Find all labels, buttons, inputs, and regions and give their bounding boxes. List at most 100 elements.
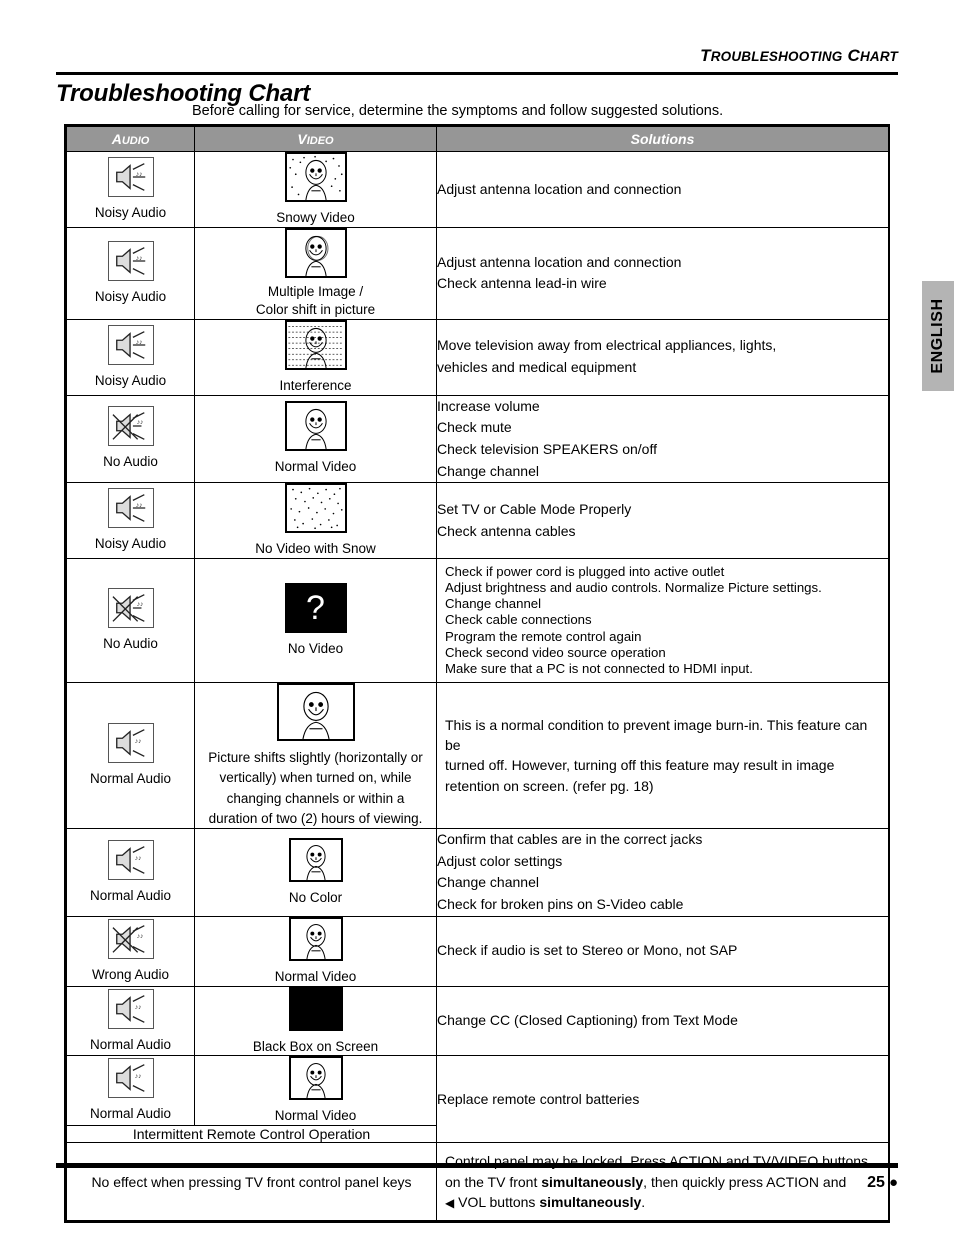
solution-line: Control panel may be locked. Press ACTIO… [445,1153,869,1170]
audio-cell: ♪♪ Noisy Audio [66,151,195,228]
tv-normal-large-icon [276,682,355,741]
running-head: TROUBLESHOOTING CHART [700,46,898,66]
solution-line: Set TV or Cable Mode Properly [437,501,632,517]
video-cell: Normal Video [194,1055,437,1127]
audio-cell: ♪♪ Noisy Audio [66,226,195,320]
svg-text:♪♪: ♪♪ [134,855,141,862]
svg-text:♪♪: ♪♪ [135,171,142,178]
tv-normal-icon [288,1056,343,1101]
video-desc-line: vertically) when turned on, while [219,770,412,786]
page-number-value: 25 [867,1174,885,1191]
solution-line: Check second video source operation [445,644,666,660]
column-header-audio: AUDIO [66,126,195,152]
tv-snowy-icon [284,152,347,202]
solutions-cell: Confirm that cables are in the correct j… [436,827,889,917]
solution-line: Confirm that cables are in the correct j… [437,830,703,847]
video-label-line1: Multiple Image / [267,283,364,299]
running-head-word1-rest: ROUBLESHOOTING [710,49,843,64]
tv-multiple-image-icon [284,227,347,278]
solution-line: Check antenna lead-in wire [437,275,607,292]
audio-cell: ♪♪ No Audio [66,394,195,484]
video-label: Snowy Video [276,210,355,225]
language-tab: ENGLISH [922,281,954,391]
solution-line: Check antenna cables [437,522,576,539]
audio-label: Normal Audio [89,1106,172,1122]
solutions-cell: Move television away from electrical app… [436,318,889,396]
solution-line: Check television SPEAKERS on/off [437,440,657,457]
table-row: ♪♪ Normal Audio No Color Confirm that ca… [66,827,889,917]
solution-line: Change channel [445,596,542,612]
audio-label: Noisy Audio [94,288,167,304]
speaker-normal-icon: ♪♪ [107,1058,154,1099]
tv-black-box-icon [288,986,343,1031]
svg-text:♪♪: ♪♪ [134,738,141,745]
solutions-cell: This is a normal condition to prevent im… [436,681,889,829]
svg-text:♪♪: ♪♪ [135,339,142,346]
column-header-solutions: Solutions [436,126,889,152]
speaker-noisy-icon: ♪♪ [107,488,154,529]
solution-line: Adjust brightness and audio controls. No… [445,580,822,596]
video-label-line2: Color shift in picture [255,301,376,317]
video-cell: Snowy Video [194,151,437,228]
tv-normal-icon [288,916,343,961]
video-label: No Video [287,641,344,657]
speaker-normal-icon: ♪♪ [107,722,154,763]
solution-line: Change channel [437,462,539,479]
table-row: ♪♪ No Audio ? No Video Check if power co… [66,558,889,683]
control-panel-label: No effect when pressing TV front control… [66,1142,437,1222]
audio-label: No Audio [103,636,158,652]
svg-text:♪♪: ♪♪ [136,420,143,427]
solutions-cell: Set TV or Cable Mode Properly Check ante… [436,482,889,560]
tv-no-video-icon: ? [284,583,347,634]
svg-text:♪♪: ♪♪ [134,1004,141,1011]
running-head-word2-cap: C [847,46,860,65]
tv-normal-icon [284,401,347,452]
video-cell: Multiple Image / Color shift in picture [194,226,437,320]
table-header-row: AUDIO VIDEO Solutions [66,126,889,152]
video-cell: No Color [194,827,437,917]
solution-line: Check mute [437,419,512,436]
solution-line: Check if power cord is plugged into acti… [445,564,725,580]
header-rule [56,72,898,75]
video-cell: Interference [194,318,437,396]
solution-line: Change channel [437,874,539,891]
speaker-noisy-icon: ♪♪ [107,324,154,365]
solution-line: turned off. However, turning off this fe… [445,757,835,774]
video-label: No Color [288,889,343,905]
audio-cell: ♪♪ Noisy Audio [66,482,195,560]
audio-cell: ♪♪ Normal Audio [66,985,195,1057]
left-arrow-icon: ◀ [445,1195,455,1210]
solution-line: Check if audio is set to Stereo or Mono,… [437,942,738,959]
audio-label: Noisy Audio [94,372,167,388]
audio-label: Normal Audio [89,770,172,786]
audio-cell: ♪♪ Noisy Audio [66,318,195,396]
solution-line: Check cable connections [445,612,592,628]
running-head-word1-cap: T [700,46,711,65]
audio-label: Noisy Audio [94,536,167,552]
video-label: Normal Video [274,1108,357,1124]
table-row: ♪♪ Noisy Audio Snowy Video Adjust antenn… [66,151,889,228]
tv-no-color-icon [288,837,343,882]
video-desc-line: changing channels or within a [226,790,405,806]
solutions-cell: Check if audio is set to Stereo or Mono,… [436,915,889,987]
solution-line: Adjust color settings [437,852,563,869]
video-desc-line: Picture shifts slightly (horizontally or [208,749,423,765]
video-cell: No Video with Snow [194,482,437,560]
footer-rule [56,1163,898,1168]
video-cell: ? No Video [194,558,437,683]
solution-line: Replace remote control batteries [437,1090,640,1107]
solutions-cell: Adjust antenna location and connection C… [436,226,889,320]
audio-label: Normal Audio [89,1036,172,1052]
running-head-word2-rest: HART [859,49,898,64]
table-row: ♪♪ Wrong Audio Normal Video Check if aud… [66,915,889,987]
table-row: ♪♪ No Audio Normal Video Increase volume… [66,394,889,484]
speaker-wrong-icon: ♪♪ [107,918,154,959]
column-header-video: VIDEO [194,126,437,152]
table-row: ♪♪ Normal Audio Black Box on Screen Chan… [66,985,889,1057]
emphasis-simultaneously: simultaneously [541,1173,644,1190]
svg-text:♪♪: ♪♪ [135,502,142,509]
table-row: ♪♪ Noisy Audio Interference Move televis… [66,318,889,396]
speaker-normal-icon: ♪♪ [107,988,154,1029]
solution-line: Program the remote control again [445,628,642,644]
video-cell: Picture shifts slightly (horizontally or… [194,681,437,829]
